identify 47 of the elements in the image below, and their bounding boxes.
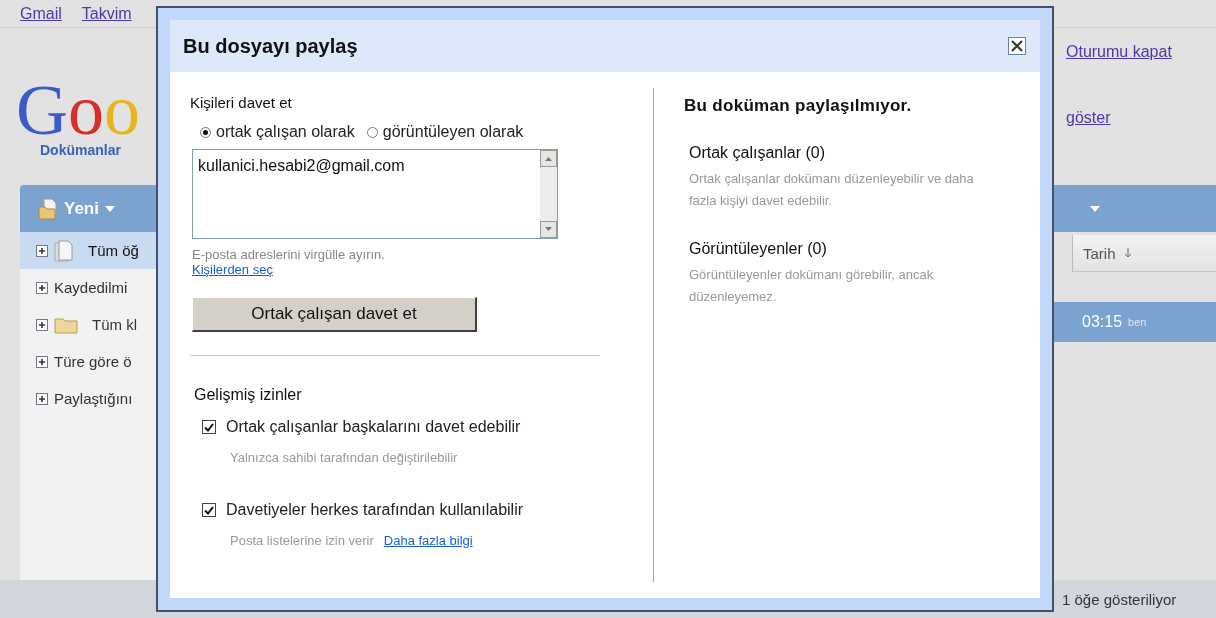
sidebar-item[interactable]: Paylaştığını: [20, 380, 180, 417]
nav-link[interactable]: Gmail: [20, 4, 62, 23]
section-heading: Kişileri davet et: [190, 94, 293, 111]
more-info-link[interactable]: Daha fazla bilgi: [383, 533, 473, 548]
group-description: Görüntüleyenler dokümanı görebilir, ancak düzenleyemez.: [689, 266, 935, 306]
invite-button[interactable]: Ortak çalışan davet et: [192, 297, 477, 332]
role-option[interactable]: görüntüleyen olarak: [366, 123, 524, 141]
caret-icon: [1090, 205, 1100, 212]
sidebar-item[interactable]: Türe göre ö: [20, 343, 180, 380]
role-option[interactable]: ortak çalışan olarak: [200, 123, 355, 141]
contacts-link[interactable]: Kişilerden seç: [192, 262, 273, 277]
logo: Goo: [16, 77, 140, 142]
sort-arrow-icon: [1123, 248, 1132, 258]
dialog-title: Bu dosyayı paylaş: [183, 34, 358, 58]
caret-icon: [104, 205, 115, 212]
column-header[interactable]: Tarih: [1072, 235, 1216, 272]
expand-icon[interactable]: [36, 355, 48, 368]
documents-icon: [38, 197, 58, 220]
sidebar-item[interactable]: Tüm kl: [20, 306, 180, 343]
group-title: Görüntüleyenler (0): [689, 240, 828, 258]
close-button[interactable]: [1008, 37, 1026, 55]
permission-option[interactable]: Ortak çalışanlar başkalarını davet edebilir: [202, 418, 582, 436]
expand-icon[interactable]: [36, 392, 48, 405]
checkbox[interactable]: [202, 420, 216, 434]
show-link[interactable]: göster: [1066, 108, 1111, 126]
product-name: Dokümanlar: [40, 141, 122, 158]
section-heading: Gelişmiş izinler: [194, 386, 303, 404]
documents-icon: [54, 239, 74, 262]
field-hint: E-posta adreslerini virgülle ayırın.: [192, 247, 386, 262]
radio-button[interactable]: [200, 126, 211, 138]
folder-icon: [54, 315, 78, 334]
expand-icon[interactable]: [36, 281, 48, 294]
option-note: Posta listelerine izin verir: [230, 533, 374, 548]
sharing-status: Bu doküman paylaşılmıyor.: [684, 96, 913, 116]
group-description: Ortak çalışanlar dokümanı düzenleyebilir ve daha fazla kişiyi davet edebilir.: [689, 170, 975, 210]
radio-button[interactable]: [366, 126, 378, 138]
option-note: Yalnızca sahibi tarafından değiştirilebilir: [230, 450, 458, 465]
group-title: Ortak çalışanlar (0): [689, 144, 827, 162]
checkbox[interactable]: [202, 503, 216, 517]
permission-option[interactable]: Davetiyeler herkes tarafından kullanılabilir: [202, 501, 582, 519]
scrollbar[interactable]: [540, 150, 557, 238]
email-field[interactable]: kullanici.hesabi2@gmail.com: [192, 149, 558, 239]
sign-out-link[interactable]: Oturumu kapat: [1066, 42, 1172, 60]
expand-icon[interactable]: [36, 244, 48, 257]
expand-icon[interactable]: [36, 318, 48, 331]
sidebar-item[interactable]: Kaydedilmi: [20, 269, 180, 306]
nav-link[interactable]: Takvim: [81, 4, 132, 23]
